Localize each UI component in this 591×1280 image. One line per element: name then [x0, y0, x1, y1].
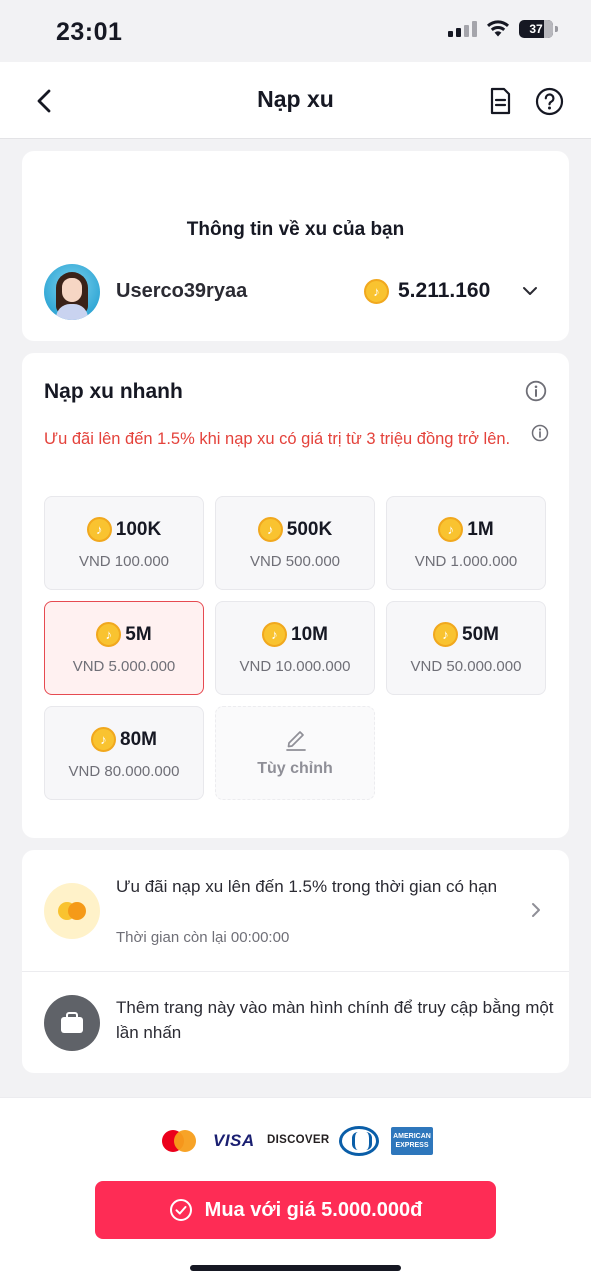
coin-icon — [262, 622, 288, 647]
document-icon[interactable] — [486, 86, 514, 116]
battery-level: 37 — [529, 22, 543, 36]
bottom-sheet: VISA DISCOVER AMERICAN EXPRESS Mua với g… — [0, 1097, 591, 1280]
coins-icon — [44, 883, 100, 939]
limited-promo-text[interactable]: Ưu đãi nạp xu lên đến 1.5% trong thời gi… — [116, 874, 516, 899]
promo-timer: Thời gian còn lại 00:00:00 — [116, 929, 290, 946]
topup-option-custom[interactable]: Tùy chỉnh — [215, 706, 375, 800]
coin-icon — [438, 517, 464, 542]
coin-icon — [433, 622, 459, 647]
divider — [22, 971, 569, 972]
camera-icon[interactable] — [44, 995, 100, 1051]
coin-balance: 5.211.160 — [398, 279, 491, 302]
payment-logos: VISA DISCOVER AMERICAN EXPRESS — [0, 1126, 591, 1158]
coin-info-card: Thông tin về xu của bạn Userco39ryaa 5.2… — [22, 151, 569, 341]
option-price: VND 50.000.000 — [410, 658, 522, 675]
option-amount: 5M — [125, 623, 152, 645]
option-amount: 500K — [286, 518, 333, 540]
buy-button[interactable]: Mua với giá 5.000.000đ — [95, 1181, 496, 1239]
coin-icon — [91, 727, 117, 752]
coin-icon — [364, 279, 389, 304]
promo-card: Ưu đãi nạp xu lên đến 1.5% trong thời gi… — [22, 850, 569, 1073]
custom-label: Tùy chỉnh — [257, 760, 333, 777]
option-amount: 100K — [115, 518, 162, 540]
help-circle-icon[interactable] — [535, 87, 564, 116]
home-indicator — [190, 1265, 401, 1271]
option-price: VND 500.000 — [249, 553, 341, 570]
check-circle-icon — [169, 1199, 192, 1221]
buy-button-label: Mua với giá 5.000.000đ — [204, 1198, 423, 1221]
info-icon[interactable] — [531, 424, 549, 442]
option-price: VND 80.000.000 — [68, 763, 180, 780]
wifi-icon — [487, 20, 509, 37]
status-bar: 23:01 37 — [0, 0, 591, 62]
info-icon[interactable] — [525, 380, 547, 402]
option-amount: 50M — [462, 623, 499, 645]
option-amount: 10M — [291, 623, 328, 645]
chevron-down-icon[interactable] — [520, 281, 540, 301]
topup-option-5m[interactable]: 5M VND 5.000.000 — [44, 601, 204, 695]
status-icons: 37 — [448, 20, 558, 38]
topup-option-80m[interactable]: 80M VND 80.000.000 — [44, 706, 204, 800]
username: Userco39ryaa — [116, 280, 248, 302]
option-price: VND 100.000 — [78, 553, 170, 570]
option-amount: 1M — [467, 518, 494, 540]
mastercard-logo — [162, 1130, 196, 1152]
chevron-right-icon[interactable] — [528, 900, 544, 920]
option-amount: 80M — [120, 728, 157, 750]
quick-topup-title: Nạp xu nhanh — [44, 380, 183, 403]
coin-info-heading: Thông tin về xu của bạn — [186, 219, 405, 240]
topup-option-100k[interactable]: 100K VND 100.000 — [44, 496, 204, 590]
coin-icon — [96, 622, 122, 647]
promo-text: Ưu đãi lên đến 1.5% khi nạp xu có giá tr… — [44, 430, 511, 448]
avatar — [44, 264, 100, 320]
add-to-home-text[interactable]: Thêm trang này vào màn hình chính để tru… — [116, 995, 556, 1045]
signal-icon — [448, 21, 477, 37]
topup-option-500k[interactable]: 500K VND 500.000 — [215, 496, 375, 590]
discover-logo: DISCOVER — [267, 1134, 330, 1146]
option-price: VND 5.000.000 — [72, 658, 176, 675]
diners-club-logo — [339, 1126, 379, 1156]
amex-logo: AMERICAN EXPRESS — [391, 1127, 433, 1155]
coin-icon — [86, 517, 112, 542]
topup-option-50m[interactable]: 50M VND 50.000.000 — [386, 601, 546, 695]
topup-option-10m[interactable]: 10M VND 10.000.000 — [215, 601, 375, 695]
coin-icon — [257, 517, 283, 542]
visa-logo: VISA — [213, 1131, 255, 1150]
status-time: 23:01 — [56, 18, 123, 46]
quick-topup-card: Nạp xu nhanh Ưu đãi lên đến 1.5% khi nạp… — [22, 353, 569, 838]
pencil-icon — [286, 731, 306, 751]
nav-bar: Nạp xu — [0, 62, 591, 139]
battery-icon: 37 — [519, 20, 558, 38]
option-price: VND 10.000.000 — [239, 658, 351, 675]
option-price: VND 1.000.000 — [414, 553, 518, 570]
topup-option-1m[interactable]: 1M VND 1.000.000 — [386, 496, 546, 590]
